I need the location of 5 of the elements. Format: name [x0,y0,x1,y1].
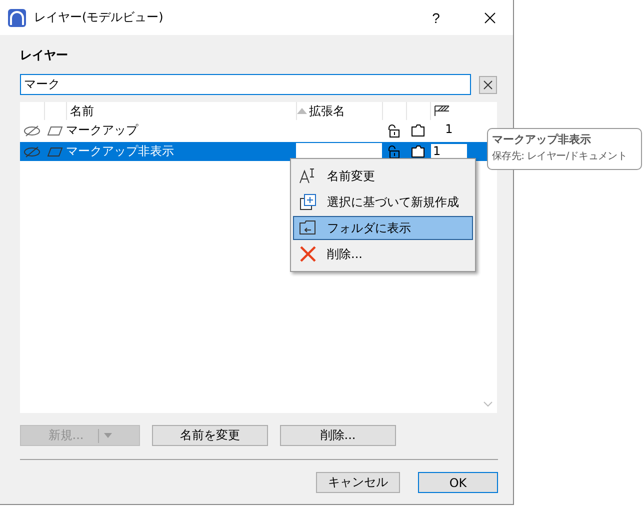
layer-name: マークアップ非表示 [66,143,175,160]
layer-name: マークアップ [66,122,140,139]
section-label: レイヤー [20,47,69,64]
layer-number: 1 [444,122,454,138]
window-title: レイヤー(モデルビュー) [34,9,164,26]
